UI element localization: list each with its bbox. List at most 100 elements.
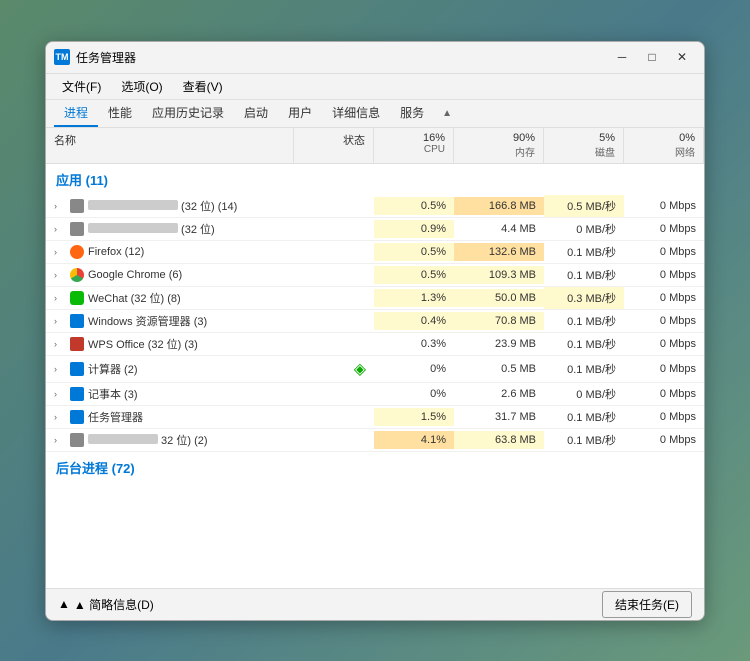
app-icon — [70, 222, 84, 236]
menu-options[interactable]: 选项(O) — [113, 76, 170, 97]
expand-arrow[interactable]: › — [54, 293, 66, 303]
expand-arrow[interactable]: › — [54, 316, 66, 326]
section-background[interactable]: 后台进程 (72) — [46, 452, 704, 483]
row-disk: 0 MB/秒 — [544, 383, 624, 405]
row-memory: 2.6 MB — [454, 385, 544, 403]
row-memory: 166.8 MB — [454, 197, 544, 215]
table-row[interactable]: › 任务管理器 1.5% 31.7 MB 0.1 MB/秒 0 Mbps — [46, 406, 704, 429]
col-network[interactable]: 0% 网络 — [624, 128, 704, 163]
table-row[interactable]: › Firefox (12) 0.5% 132.6 MB 0.1 MB/秒 0 … — [46, 241, 704, 264]
row-status — [294, 226, 374, 232]
menu-bar: 文件(F) 选项(O) 查看(V) — [46, 74, 704, 100]
app-icon: TM — [54, 49, 70, 65]
summary-label[interactable]: ▲ 简略信息(D) — [74, 596, 154, 613]
table-row[interactable]: › 记事本 (3) 0% 2.6 MB 0 MB/秒 0 Mbps — [46, 383, 704, 406]
bottom-bar: ▲ ▲ 简略信息(D) 结束任务(E) — [46, 588, 704, 620]
row-memory: 70.8 MB — [454, 312, 544, 330]
collapse-button[interactable]: ▲ — [442, 108, 452, 119]
row-cpu: 1.3% — [374, 289, 454, 307]
col-name[interactable]: 名称 — [46, 128, 294, 163]
expand-arrow[interactable]: › — [54, 201, 66, 211]
row-cpu: 1.5% — [374, 408, 454, 426]
row-network: 0 Mbps — [624, 408, 704, 426]
chrome-icon — [70, 268, 84, 282]
tab-startup[interactable]: 启动 — [234, 100, 278, 127]
col-cpu[interactable]: 16% CPU — [374, 128, 454, 163]
row-cpu: 0.4% — [374, 312, 454, 330]
expand-arrow[interactable]: › — [54, 435, 66, 445]
close-button[interactable]: ✕ — [668, 47, 696, 67]
table-row[interactable]: › 计算器 (2) ◈ 0% 0.5 MB 0.1 MB/秒 0 Mbps — [46, 356, 704, 383]
row-name: WPS Office (32 位) (3) — [88, 336, 286, 352]
row-memory: 31.7 MB — [454, 408, 544, 426]
expand-arrow[interactable]: › — [54, 224, 66, 234]
col-memory[interactable]: 90% 内存 — [454, 128, 544, 163]
app-icon — [70, 199, 84, 213]
firefox-icon — [70, 245, 84, 259]
summary-toggle[interactable]: ▲ ▲ 简略信息(D) — [58, 596, 154, 613]
expand-arrow[interactable]: › — [54, 389, 66, 399]
menu-view[interactable]: 查看(V) — [175, 76, 231, 97]
end-task-button[interactable]: 结束任务(E) — [602, 591, 692, 618]
expand-arrow[interactable]: › — [54, 270, 66, 280]
taskmgr-icon — [70, 410, 84, 424]
row-status — [294, 295, 374, 301]
table-row[interactable]: › 32 位) (2) 4.1% 63.8 MB 0.1 MB/秒 0 Mbps — [46, 429, 704, 452]
table-row[interactable]: › Google Chrome (6) 0.5% 109.3 MB 0.1 MB… — [46, 264, 704, 287]
row-disk: 0.1 MB/秒 — [544, 264, 624, 286]
expand-arrow[interactable]: › — [54, 364, 66, 374]
expand-arrow[interactable]: › — [54, 412, 66, 422]
row-network: 0 Mbps — [624, 431, 704, 449]
row-disk: 0.1 MB/秒 — [544, 406, 624, 428]
row-disk: 0.1 MB/秒 — [544, 241, 624, 263]
table-row[interactable]: › WPS Office (32 位) (3) 0.3% 23.9 MB 0.1… — [46, 333, 704, 356]
status-leaf-icon: ◈ — [354, 361, 366, 378]
process-table[interactable]: 应用 (11) › (32 位) (14) 0.5% 166.8 MB 0.5 … — [46, 164, 704, 588]
row-cpu: 0.5% — [374, 197, 454, 215]
tab-bar: 进程 性能 应用历史记录 启动 用户 详细信息 服务 ▲ — [46, 100, 704, 128]
table-row[interactable]: › WeChat (32 位) (8) 1.3% 50.0 MB 0.3 MB/… — [46, 287, 704, 310]
row-disk: 0.1 MB/秒 — [544, 429, 624, 451]
row-memory: 4.4 MB — [454, 220, 544, 238]
col-status[interactable]: 状态 — [294, 128, 374, 163]
expand-arrow[interactable]: › — [54, 247, 66, 257]
table-header: 名称 状态 16% CPU 90% 内存 5% 磁盘 0% 网络 — [46, 128, 704, 164]
table-row[interactable]: › (32 位) 0.9% 4.4 MB 0 MB/秒 0 Mbps — [46, 218, 704, 241]
row-name: 32 位) (2) — [88, 432, 286, 448]
row-name: Firefox (12) — [88, 246, 286, 258]
row-memory: 109.3 MB — [454, 266, 544, 284]
explorer-icon — [70, 314, 84, 328]
col-disk[interactable]: 5% 磁盘 — [544, 128, 624, 163]
row-disk: 0.1 MB/秒 — [544, 358, 624, 380]
notepad-icon — [70, 387, 84, 401]
minimize-button[interactable]: ─ — [608, 47, 636, 67]
row-name: 任务管理器 — [88, 409, 286, 425]
table-row[interactable]: › (32 位) (14) 0.5% 166.8 MB 0.5 MB/秒 0 M… — [46, 195, 704, 218]
row-status — [294, 437, 374, 443]
row-disk: 0 MB/秒 — [544, 218, 624, 240]
row-status — [294, 414, 374, 420]
row-disk: 0.5 MB/秒 — [544, 195, 624, 217]
row-cpu: 0.3% — [374, 335, 454, 353]
title-bar: TM 任务管理器 ─ □ ✕ — [46, 42, 704, 74]
tab-process[interactable]: 进程 — [54, 100, 98, 127]
menu-file[interactable]: 文件(F) — [54, 76, 109, 97]
maximize-button[interactable]: □ — [638, 47, 666, 67]
expand-arrow[interactable]: › — [54, 339, 66, 349]
row-network: 0 Mbps — [624, 360, 704, 378]
tab-app-history[interactable]: 应用历史记录 — [142, 100, 234, 127]
tab-services[interactable]: 服务 — [390, 100, 434, 127]
row-disk: 0.1 MB/秒 — [544, 333, 624, 355]
row-network: 0 Mbps — [624, 266, 704, 284]
section-apps[interactable]: 应用 (11) — [46, 164, 704, 195]
row-network: 0 Mbps — [624, 335, 704, 353]
tab-details[interactable]: 详细信息 — [322, 100, 390, 127]
row-cpu: 0.5% — [374, 266, 454, 284]
tab-users[interactable]: 用户 — [278, 100, 322, 127]
row-cpu: 0% — [374, 360, 454, 378]
row-memory: 50.0 MB — [454, 289, 544, 307]
table-row[interactable]: › Windows 资源管理器 (3) 0.4% 70.8 MB 0.1 MB/… — [46, 310, 704, 333]
row-status — [294, 341, 374, 347]
row-cpu: 0.5% — [374, 243, 454, 261]
tab-performance[interactable]: 性能 — [98, 100, 142, 127]
